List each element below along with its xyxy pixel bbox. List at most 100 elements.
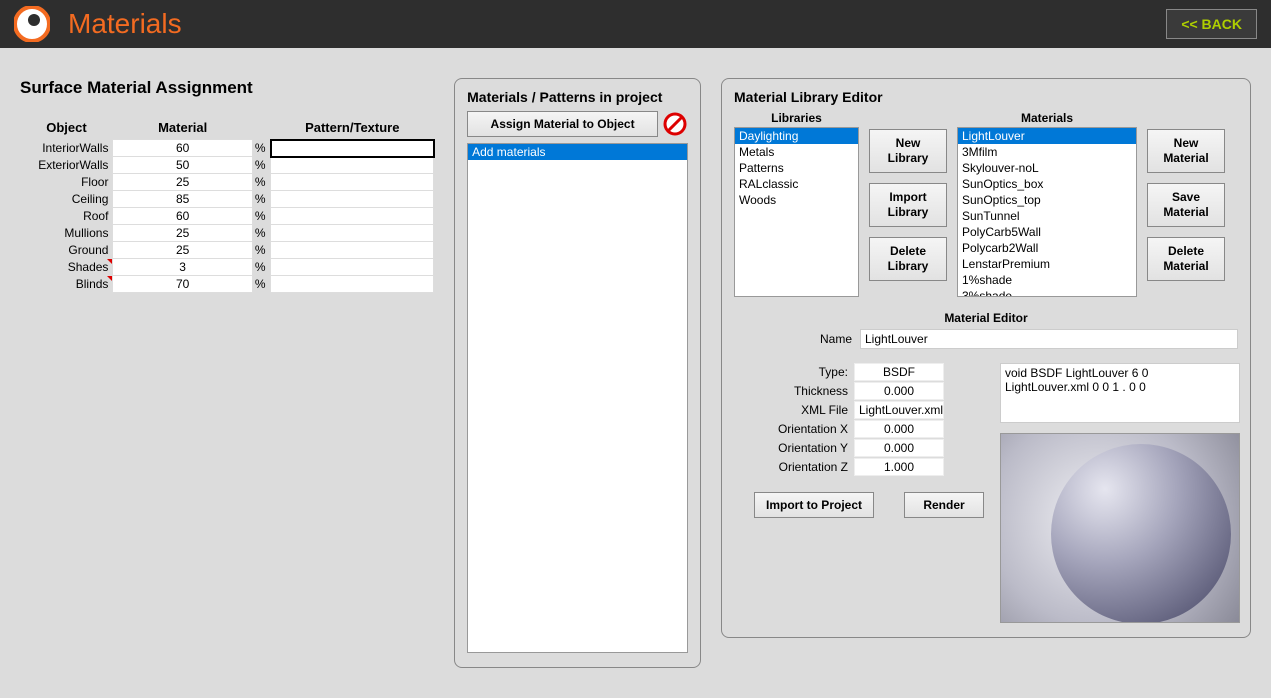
material-library-editor-panel: Material Library Editor Libraries Daylig… — [721, 78, 1251, 638]
percent-label: % — [252, 140, 271, 157]
list-item[interactable]: Polycarb2Wall — [958, 240, 1136, 256]
material-cell[interactable]: 70 — [113, 276, 252, 293]
list-item[interactable]: SunTunnel — [958, 208, 1136, 224]
list-item[interactable]: Woods — [735, 192, 858, 208]
add-materials-placeholder[interactable]: Add materials — [468, 144, 687, 160]
property-label: Orientation X — [734, 422, 854, 436]
preview-sphere-icon — [1051, 444, 1231, 623]
list-item[interactable]: SunOptics_top — [958, 192, 1136, 208]
pattern-cell[interactable] — [271, 140, 434, 157]
list-item[interactable]: SunOptics_box — [958, 176, 1136, 192]
property-value[interactable]: 0.000 — [854, 382, 944, 400]
property-value[interactable]: LightLouver.xml — [854, 401, 944, 419]
percent-label: % — [252, 157, 271, 174]
save-material-button[interactable]: Save Material — [1147, 183, 1225, 227]
list-item[interactable]: 1%shade — [958, 272, 1136, 288]
project-materials-panel: Materials / Patterns in project Assign M… — [454, 78, 701, 668]
table-row: Floor25% — [20, 174, 434, 191]
material-cell[interactable]: 25 — [113, 174, 252, 191]
app-logo-icon — [14, 6, 50, 42]
percent-label: % — [252, 174, 271, 191]
libraries-head: Libraries — [771, 111, 822, 125]
list-item[interactable]: 3Mfilm — [958, 144, 1136, 160]
surface-assignment-panel: Surface Material Assignment Object Mater… — [20, 78, 434, 293]
page-body: Surface Material Assignment Object Mater… — [0, 48, 1271, 698]
surface-assignment-title: Surface Material Assignment — [20, 78, 434, 98]
back-button[interactable]: << BACK — [1166, 9, 1257, 39]
prohibit-icon[interactable] — [662, 111, 688, 137]
pattern-cell[interactable] — [271, 191, 434, 208]
list-item[interactable]: 3%shade — [958, 288, 1136, 297]
render-button[interactable]: Render — [904, 492, 984, 518]
material-cell[interactable]: 50 — [113, 157, 252, 174]
name-label: Name — [734, 332, 854, 346]
name-input[interactable] — [860, 329, 1238, 349]
list-item[interactable]: LightLouver — [958, 128, 1136, 144]
pattern-cell[interactable] — [271, 259, 434, 276]
pattern-cell[interactable] — [271, 157, 434, 174]
object-cell: Roof — [20, 208, 113, 225]
delete-library-button[interactable]: Delete Library — [869, 237, 947, 281]
table-row: Blinds70% — [20, 276, 434, 293]
property-value[interactable]: 1.000 — [854, 458, 944, 476]
pattern-cell[interactable] — [271, 276, 434, 293]
pattern-cell[interactable] — [271, 225, 434, 242]
property-row: Type:BSDF — [734, 363, 984, 381]
material-cell[interactable]: 85 — [113, 191, 252, 208]
pattern-cell[interactable] — [271, 174, 434, 191]
header: Materials << BACK — [0, 0, 1271, 48]
percent-label: % — [252, 208, 271, 225]
libraries-list[interactable]: DaylightingMetalsPatternsRALclassicWoods — [734, 127, 859, 297]
object-cell: Floor — [20, 174, 113, 191]
header-object: Object — [20, 116, 113, 140]
table-row: ExteriorWalls50% — [20, 157, 434, 174]
list-item[interactable]: Daylighting — [735, 128, 858, 144]
import-library-button[interactable]: Import Library — [869, 183, 947, 227]
property-value[interactable]: BSDF — [854, 363, 944, 381]
property-row: Thickness0.000 — [734, 382, 984, 400]
pattern-cell[interactable] — [271, 208, 434, 225]
material-cell[interactable]: 25 — [113, 242, 252, 259]
material-cell[interactable]: 60 — [113, 140, 252, 157]
materials-head: Materials — [1021, 111, 1073, 125]
assign-material-button[interactable]: Assign Material to Object — [467, 111, 658, 137]
property-label: Orientation Z — [734, 460, 854, 474]
list-item[interactable]: Skylouver-noL — [958, 160, 1136, 176]
list-item[interactable]: Patterns — [735, 160, 858, 176]
table-row: Ceiling85% — [20, 191, 434, 208]
list-item[interactable]: RALclassic — [735, 176, 858, 192]
percent-label: % — [252, 191, 271, 208]
material-cell[interactable]: 60 — [113, 208, 252, 225]
new-library-button[interactable]: New Library — [869, 129, 947, 173]
material-editor-heading: Material Editor — [734, 311, 1238, 325]
property-value[interactable]: 0.000 — [854, 420, 944, 438]
object-cell: Blinds — [20, 276, 113, 293]
percent-label: % — [252, 276, 271, 293]
assignment-table: Object Material Pattern/Texture Interior… — [20, 116, 434, 293]
marker-icon — [107, 276, 112, 281]
logo-wrap: Materials — [14, 6, 182, 42]
materials-list[interactable]: LightLouver3MfilmSkylouver-noLSunOptics_… — [957, 127, 1137, 297]
percent-label: % — [252, 242, 271, 259]
table-row: Ground25% — [20, 242, 434, 259]
property-row: Orientation Z1.000 — [734, 458, 984, 476]
list-item[interactable]: LenstarPremium — [958, 256, 1136, 272]
material-cell[interactable]: 3 — [113, 259, 252, 276]
table-row: Shades3% — [20, 259, 434, 276]
property-value[interactable]: 0.000 — [854, 439, 944, 457]
material-code-output: void BSDF LightLouver 6 0 LightLouver.xm… — [1000, 363, 1240, 423]
page-title: Materials — [68, 8, 182, 40]
list-item[interactable]: Metals — [735, 144, 858, 160]
delete-material-button[interactable]: Delete Material — [1147, 237, 1225, 281]
import-to-project-button[interactable]: Import to Project — [754, 492, 874, 518]
material-cell[interactable]: 25 — [113, 225, 252, 242]
object-cell: Ceiling — [20, 191, 113, 208]
object-cell: Mullions — [20, 225, 113, 242]
pattern-cell[interactable] — [271, 242, 434, 259]
object-cell: Shades — [20, 259, 113, 276]
new-material-button[interactable]: New Material — [1147, 129, 1225, 173]
project-materials-list[interactable]: Add materials — [467, 143, 688, 653]
property-row: Orientation Y0.000 — [734, 439, 984, 457]
marker-icon — [107, 259, 112, 264]
list-item[interactable]: PolyCarb5Wall — [958, 224, 1136, 240]
